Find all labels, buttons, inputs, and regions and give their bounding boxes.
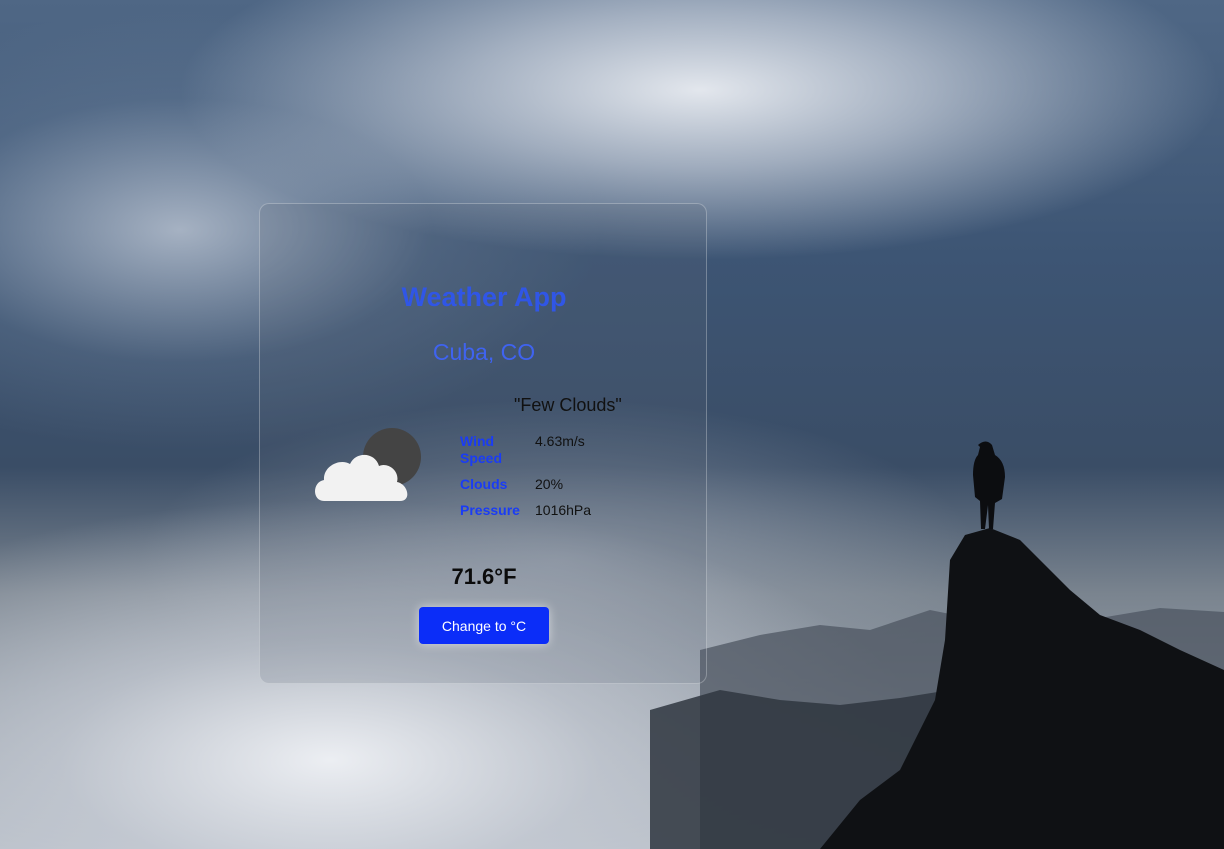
change-unit-button[interactable]: Change to °C [419, 607, 549, 644]
location-name: Cuba, CO [432, 339, 536, 365]
temperature-value: 71.6°F [451, 564, 517, 589]
weather-description: "Few Clouds" [514, 395, 622, 415]
detail-row-pressure: Pressure 1016hPa [460, 502, 591, 519]
weather-card: Weather App Cuba, CO "Few Clouds" Wind S… [259, 203, 707, 684]
clouds-label: Clouds [460, 476, 508, 492]
clouds-value: 20% [535, 476, 564, 492]
detail-row-clouds: Clouds 20% [460, 476, 591, 493]
few-clouds-icon [315, 428, 421, 501]
detail-row-wind: Wind Speed 4.63m/s [460, 433, 591, 467]
wind-speed-value: 4.63m/s [535, 433, 585, 449]
app-title: Weather App [401, 282, 567, 312]
weather-details: Wind Speed 4.63m/s Clouds 20% Pressure 1… [460, 433, 591, 528]
pressure-value: 1016hPa [535, 502, 592, 518]
wind-speed-label: Wind Speed [460, 433, 503, 466]
pressure-label: Pressure [460, 502, 520, 518]
